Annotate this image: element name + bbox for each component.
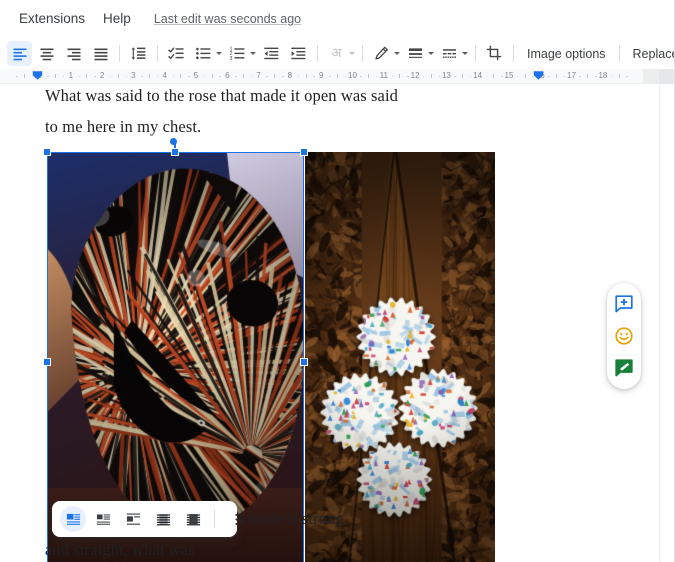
formatting-toolbar: 1 2 3 अ Image options Replace (0, 38, 675, 69)
resize-handle-mid-right[interactable] (300, 358, 308, 366)
border-color-dropdown-caret[interactable] (394, 52, 400, 55)
wrap-in-front-of-text-button[interactable] (180, 506, 206, 532)
toolbar-separator-2 (157, 45, 158, 62)
resize-handle-top-left[interactable] (43, 148, 51, 156)
paragraph-line-3[interactable]: t made it strong (239, 509, 344, 529)
menu-extensions[interactable]: Extensions (10, 6, 94, 32)
right-indent-marker[interactable] (533, 70, 544, 81)
svg-text:3: 3 (230, 56, 233, 62)
image-scalloped-discs-on-carved-wood[interactable] (305, 152, 495, 562)
line-spacing-icon (131, 47, 146, 60)
wrap-break-text-button[interactable] (120, 506, 146, 532)
floating-action-rail (607, 283, 641, 389)
menu-bar: Extensions Help Last edit was seconds ag… (0, 0, 675, 38)
paragraph-line-2[interactable]: to me here in my chest. (45, 117, 201, 137)
increase-indent-button[interactable] (286, 41, 311, 66)
image-wrap-toolbar (52, 501, 238, 537)
clear-formatting-button[interactable]: अ (324, 41, 349, 66)
border-color-button[interactable] (369, 41, 394, 66)
image-options-button[interactable]: Image options (519, 42, 614, 66)
paragraph-line-4[interactable]: and straight, what was (45, 540, 195, 560)
checklist-button[interactable] (164, 41, 189, 66)
more-image-options-button[interactable] (223, 506, 249, 532)
align-center-icon (40, 48, 53, 60)
left-indent-marker[interactable] (32, 70, 43, 81)
ruler-ticks: 1123456789101112131415161718 (0, 69, 675, 83)
numbered-list-dropdown-caret[interactable] (250, 52, 256, 55)
bulleted-list-button[interactable] (191, 41, 216, 66)
image-scalloped-discs-canvas (305, 152, 495, 562)
toolbar-separator-6 (513, 45, 514, 62)
border-weight-dropdown-caret[interactable] (428, 52, 434, 55)
wrap-text-button[interactable] (90, 506, 116, 532)
numbered-list-icon: 1 2 3 (230, 46, 245, 62)
ruler-corner (659, 69, 675, 84)
last-edit-status[interactable]: Last edit was seconds ago (154, 12, 301, 26)
document-page[interactable]: What was said to the rose that made it o… (0, 84, 659, 562)
align-left-button[interactable] (7, 41, 32, 66)
decrease-indent-icon (264, 47, 279, 60)
toolbar-separator-7 (618, 45, 620, 62)
decrease-indent-button[interactable] (259, 41, 284, 66)
wrap-behind-text-button[interactable] (150, 506, 176, 532)
devanagari-a-icon: अ (331, 46, 342, 61)
in-front-of-text-icon (186, 513, 200, 525)
border-dash-icon (443, 49, 456, 58)
wrap-toolbar-separator (214, 510, 215, 528)
numbered-list-button[interactable]: 1 2 3 (225, 41, 250, 66)
resize-handle-mid-left[interactable] (43, 358, 51, 366)
menu-help[interactable]: Help (94, 6, 140, 32)
toolbar-separator-3 (317, 45, 318, 62)
add-comment-button[interactable] (611, 291, 637, 317)
resize-handle-top-right[interactable] (300, 148, 308, 156)
paragraph-line-1[interactable]: What was said to the rose that made it o… (45, 86, 398, 106)
resize-handle-top-center[interactable] (171, 148, 179, 156)
bulleted-list-dropdown-caret[interactable] (216, 52, 222, 55)
suggest-edit-icon (615, 359, 633, 377)
align-left-icon (13, 48, 26, 60)
toolbar-separator-1 (119, 45, 120, 62)
wrap-inline-button[interactable] (60, 506, 86, 532)
vertical-scrollbar[interactable] (659, 84, 675, 562)
align-justify-icon (94, 48, 107, 60)
increase-indent-icon (291, 47, 306, 60)
align-center-button[interactable] (34, 41, 59, 66)
behind-text-icon (156, 513, 170, 525)
more-vert-icon (234, 513, 238, 525)
checklist-icon (168, 47, 184, 60)
clear-formatting-dropdown-caret[interactable] (349, 52, 355, 55)
crop-image-button[interactable] (482, 41, 507, 66)
toolbar-separator-4 (362, 45, 363, 62)
crop-icon (486, 45, 502, 61)
add-emoji-reaction-button[interactable] (611, 323, 637, 349)
align-right-button[interactable] (61, 41, 86, 66)
wrap-text-icon (96, 513, 110, 525)
line-spacing-button[interactable] (126, 41, 151, 66)
google-docs-window: Extensions Help Last edit was seconds ag… (0, 0, 675, 562)
align-justify-button[interactable] (88, 41, 113, 66)
replace-image-button[interactable]: Replace image (625, 42, 675, 66)
pen-icon (375, 46, 388, 60)
add-comment-icon (615, 295, 633, 313)
border-dash-button[interactable] (437, 41, 462, 66)
suggest-edits-button[interactable] (611, 355, 637, 381)
align-right-icon (67, 48, 80, 60)
bulleted-list-icon (196, 47, 211, 60)
break-text-icon (126, 513, 140, 525)
border-weight-icon (409, 48, 422, 58)
emoji-smiley-icon (615, 327, 633, 345)
toolbar-separator-5 (475, 45, 476, 62)
border-weight-button[interactable] (403, 41, 428, 66)
horizontal-ruler[interactable]: 1123456789101112131415161718 (0, 69, 675, 84)
wrap-inline-icon (66, 513, 80, 525)
border-dash-dropdown-caret[interactable] (462, 52, 468, 55)
